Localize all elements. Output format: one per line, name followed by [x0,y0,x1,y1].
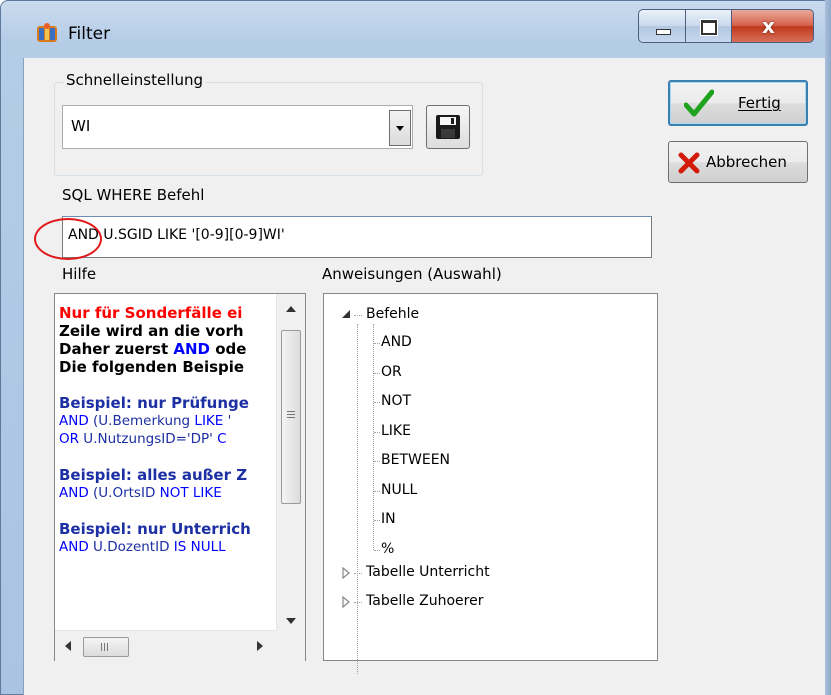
scroll-down-icon[interactable] [284,616,298,626]
statements-label: Anweisungen (Auswahl) [322,265,502,283]
help-line-segment: Zeile wird an die vorh [59,322,244,340]
help-line [59,376,279,394]
sql-where-label: SQL WHERE Befehl [62,186,205,204]
tree-node-command[interactable]: NOT [381,393,411,409]
save-button[interactable] [426,105,470,149]
tree-node-tabelle-zuhoerer[interactable]: Tabelle Zuhoerer [366,593,484,609]
help-line-segment: LIKE [194,413,224,429]
help-line-segment: AND [59,413,89,429]
highlight-circle-annotation [34,218,102,260]
scroll-left-icon[interactable] [63,640,73,652]
help-line-segment: Die folgenden Beispie [59,358,245,376]
tree-collapsed-icon[interactable] [341,596,351,608]
scroll-up-icon[interactable] [284,304,298,314]
tree-node-command[interactable]: AND [381,334,412,350]
tree-connector [374,402,380,403]
help-line-segment: AND [59,539,89,555]
scroll-right-icon[interactable] [255,640,265,652]
tree-connector [374,490,380,492]
cancel-x-icon [678,152,700,174]
quick-settings-combobox[interactable]: WI [62,105,413,149]
help-line: Die folgenden Beispie [59,358,279,376]
help-line-segment: C [217,431,227,447]
tree-connector [374,461,380,462]
help-line: OR U.NutzungsID='DP' C [59,430,279,448]
help-line: Beispiel: nur Unterrich [59,520,279,538]
help-line [59,448,279,466]
help-line-segment: NOT LIKE [159,485,222,501]
floppy-disk-icon [436,115,460,139]
cancel-button-label: Abbrechen [706,153,787,171]
maximize-button[interactable] [686,9,732,43]
minimize-button[interactable] [638,9,686,43]
tree-collapsed-icon[interactable] [341,567,351,579]
help-line: Daher zuerst AND ode [59,340,279,358]
window-title: Filter [68,24,111,44]
tree-connector [374,431,380,433]
tree-node-command[interactable]: NULL [381,482,417,498]
help-line: AND U.DozentID IS NULL [59,538,279,556]
tree-node-command[interactable]: LIKE [381,423,411,439]
quick-settings-value: WI [71,117,91,135]
done-button[interactable]: Fertig [668,80,808,126]
tree-node-tabelle-unterricht[interactable]: Tabelle Unterricht [366,564,490,580]
help-line-segment: AND [59,485,89,501]
title-bar[interactable]: Filter x [0,0,829,58]
tree-node-command[interactable]: IN [381,511,396,527]
help-line-segment: (U.OrtsID [88,485,160,501]
tree-node-command[interactable]: OR [381,364,402,380]
help-line-segment: U.NutzungsID='DP' [79,431,218,447]
checkmark-icon [684,89,714,117]
help-line-segment: Beispiel: nur Prüfunge [59,394,249,412]
quick-settings-label: Schnelleinstellung [64,71,206,89]
sql-where-input[interactable]: AND U.SGID LIKE '[0-9][0-9]WI' [62,216,652,258]
help-line-segment: Nur für Sonderfälle ei [59,304,243,322]
tree-connector [374,372,380,374]
maximize-icon [701,20,717,35]
help-line-segment: IS NULL [173,539,226,555]
help-line: AND (U.Bemerkung LIKE ' [59,412,279,430]
done-button-label: Fertig [738,94,781,112]
help-line-segment: ' [223,413,232,429]
help-vertical-scrollbar[interactable] [276,294,305,630]
scrollbar-corner [276,630,305,660]
combobox-dropdown-button[interactable] [389,110,411,146]
help-vertical-scroll-thumb[interactable] [281,330,301,504]
cancel-button[interactable]: Abbrechen [668,141,808,183]
close-button[interactable]: x [732,9,814,43]
minimize-icon [656,29,671,35]
tree-connector [374,343,380,344]
filter-app-icon [36,22,58,44]
help-horizontal-scrollbar[interactable] [55,630,305,661]
tree-connector [374,520,380,521]
help-line-segment: Daher zuerst [59,340,174,358]
tree-node-command[interactable]: % [381,541,394,557]
help-line-segment: OR [59,431,80,447]
help-horizontal-scroll-thumb[interactable] [83,637,129,657]
help-line: Beispiel: nur Prüfunge [59,394,279,412]
close-icon: x [762,14,775,38]
window-frame-right [825,0,831,695]
help-content: Nur für Sonderfälle ei Zeile wird an die … [59,304,279,556]
chevron-down-icon [396,126,404,131]
help-textbox[interactable]: Nur für Sonderfälle ei Zeile wird an die … [54,293,306,661]
help-line: Nur für Sonderfälle ei [59,304,279,322]
help-line: AND (U.OrtsID NOT LIKE [59,484,279,502]
statements-tree[interactable]: Befehle AND OR NOT LIKE BETWEEN NULL IN% Tabel… [323,293,658,674]
tree-node-command[interactable]: BETWEEN [381,452,450,468]
help-line-segment: ode [209,340,247,358]
help-line: Zeile wird an die vorh [59,322,279,340]
tree-connector [374,549,380,551]
help-line-segment: Beispiel: nur Unterrich [59,520,251,538]
help-line-segment: Beispiel: alles außer Z [59,466,248,484]
help-line: Beispiel: alles außer Z [59,466,279,484]
help-line-segment: U.DozentID [88,539,174,555]
help-label: Hilfe [62,265,97,283]
help-line-segment: AND [173,340,210,358]
tree-expanded-icon[interactable] [341,309,351,319]
help-line [59,502,279,520]
tree-node-befehle[interactable]: Befehle [366,306,419,322]
help-line-segment: (U.Bemerkung [88,413,195,429]
